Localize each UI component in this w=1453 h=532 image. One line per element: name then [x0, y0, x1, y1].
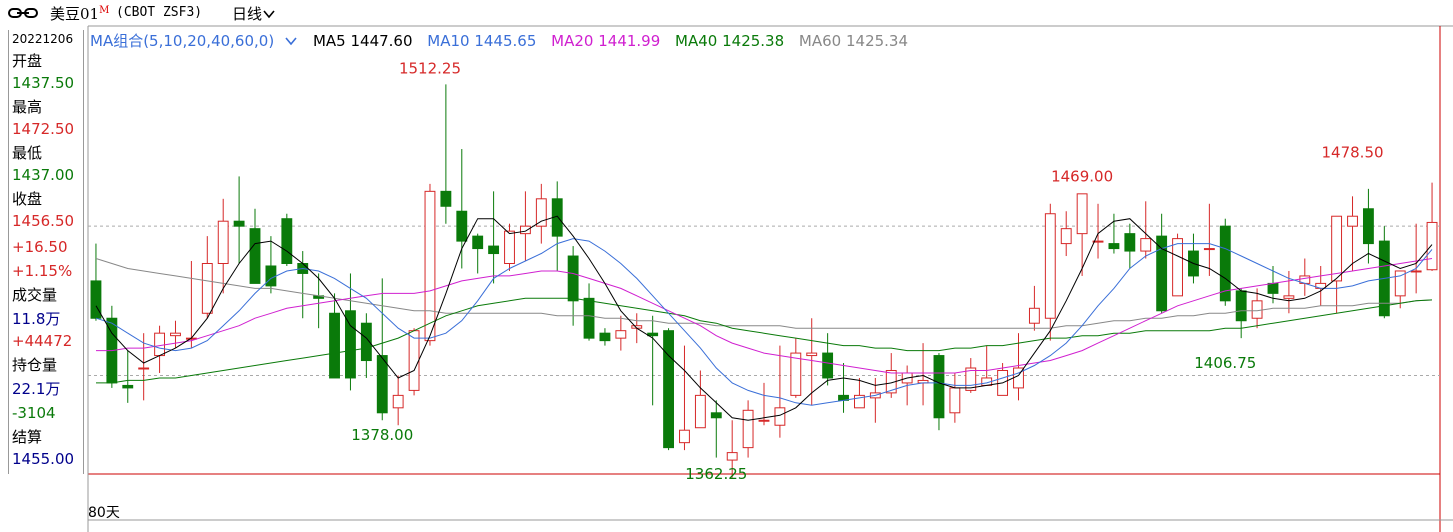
candle-body [329, 312, 340, 379]
candle-body [1140, 238, 1152, 252]
candle-body [1124, 233, 1136, 252]
ma-group-label[interactable]: MA组合(5,10,20,40,60,0) [90, 32, 298, 50]
candle-body [1235, 290, 1247, 322]
candle-body [122, 384, 134, 389]
ma5-value: MA5 1447.60 [312, 32, 413, 50]
candle-body [615, 330, 627, 339]
candle-body [233, 220, 245, 227]
candle-body [1347, 215, 1358, 227]
candle-body [1076, 193, 1088, 235]
high-annotation: 1469.00 [1051, 167, 1113, 185]
candle-body [440, 190, 452, 207]
candle-body [504, 230, 515, 264]
candle-body [345, 310, 356, 379]
candle-body [154, 332, 166, 357]
candle-body [583, 297, 595, 339]
candle-body [376, 355, 388, 414]
candle-body [647, 332, 659, 337]
candle-body [1060, 228, 1072, 245]
candle-body [1172, 238, 1183, 297]
candle-body [1044, 213, 1056, 319]
candle-body [472, 235, 484, 250]
candle-body [1219, 225, 1231, 302]
ma60-line [95, 258, 1433, 329]
candle-body [265, 265, 277, 287]
ma-legend: MA组合(5,10,20,40,60,0) MA5 1447.60 MA10 1… [90, 30, 918, 51]
ma60-value: MA60 1425.34 [798, 32, 909, 50]
candle-body [201, 263, 213, 314]
candle-body [1267, 282, 1279, 294]
candle-body [1331, 215, 1343, 282]
candle-body [1251, 300, 1263, 319]
candle-body [949, 387, 961, 414]
candle-body [599, 332, 611, 342]
candle-body [679, 429, 690, 444]
candle-body [1426, 221, 1438, 271]
candle-body [217, 220, 229, 264]
candle-body [535, 198, 547, 227]
candle-body [1203, 248, 1215, 251]
candle-body [488, 245, 500, 255]
candle-body [1028, 307, 1040, 324]
candle-body [758, 419, 770, 422]
candle-body [567, 255, 579, 302]
candle-body [456, 210, 468, 242]
candle-body [710, 412, 722, 419]
candle-body [281, 218, 293, 264]
low-annotation: 1406.75 [1194, 354, 1256, 372]
candle-body [806, 352, 818, 357]
candle-body [392, 394, 404, 409]
high-annotation: 1478.50 [1322, 144, 1384, 162]
candlestick-chart[interactable]: 1512.25 1378.00 1362.25 1469.00 1406.75 1478.… [0, 0, 1453, 532]
candle-body [933, 355, 945, 419]
candle-body [170, 332, 181, 337]
ma10-value: MA10 1445.65 [427, 32, 537, 50]
candle-body [519, 225, 531, 235]
candle-body [694, 394, 706, 429]
candle-body [424, 190, 436, 342]
candle-body [742, 409, 754, 449]
high-annotation: 1512.25 [399, 60, 461, 78]
candle-body [1362, 208, 1374, 245]
low-annotation: 1378.00 [351, 426, 413, 444]
candle-body [790, 352, 802, 396]
candle-body [726, 452, 738, 461]
candle-body [1108, 243, 1120, 250]
candle-body [1283, 295, 1295, 299]
candle-body [1410, 270, 1422, 273]
candle-body [663, 330, 674, 449]
ma40-value: MA40 1425.38 [675, 32, 785, 50]
low-annotation: 1362.25 [685, 465, 747, 483]
days-label: 80天 [88, 505, 120, 521]
chevron-down-icon [285, 37, 297, 46]
candle-body [249, 228, 261, 284]
candle-body [408, 330, 420, 391]
candle-body [138, 367, 150, 370]
ma20-value: MA20 1441.99 [551, 32, 661, 50]
ma10-line [95, 238, 1433, 406]
candle-body [774, 407, 786, 426]
candle-body [822, 352, 834, 379]
